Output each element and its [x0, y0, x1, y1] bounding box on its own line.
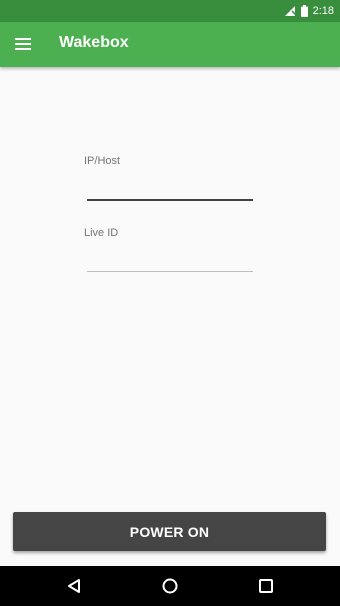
ip-host-label: IP/Host	[84, 155, 121, 167]
signal-icon	[284, 6, 296, 16]
status-icons: 2:18	[284, 3, 334, 19]
ip-host-field-group: IP/Host	[84, 155, 256, 227]
back-icon[interactable]	[64, 576, 84, 596]
hamburger-menu-icon[interactable]	[14, 35, 32, 53]
home-icon[interactable]	[160, 576, 180, 596]
app-title: Wakebox	[59, 34, 129, 51]
connection-form: IP/Host Live ID	[84, 155, 256, 299]
app-bar: Wakebox	[0, 22, 340, 67]
battery-icon	[300, 5, 308, 17]
status-bar: 2:18	[0, 0, 340, 22]
recents-icon[interactable]	[256, 576, 276, 596]
ip-host-input[interactable]	[87, 177, 253, 201]
status-time: 2:18	[312, 5, 334, 17]
live-id-field-group: Live ID	[84, 227, 256, 299]
live-id-input[interactable]	[87, 249, 253, 272]
power-on-button[interactable]: POWER ON	[13, 512, 326, 551]
live-id-label: Live ID	[84, 227, 119, 239]
navigation-bar	[0, 566, 340, 606]
